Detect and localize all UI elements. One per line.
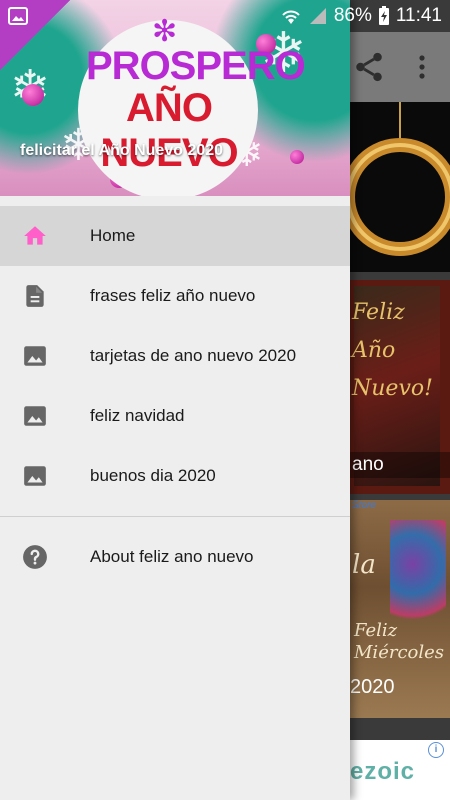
menu-item-label: Home [90, 226, 136, 245]
card-script-subtext: Feliz Miércoles [354, 620, 445, 663]
background-card-feliz[interactable]: Feliz Año Nuevo! ano [350, 280, 450, 494]
help-icon [23, 545, 47, 569]
background-card-ornament[interactable] [341, 102, 450, 272]
share-icon[interactable] [352, 50, 386, 84]
home-icon [24, 226, 46, 245]
navigation-drawer: ❄ ❄ ❄ ❄ ✻ PROSPERO AÑO NUEVO felicitar e… [0, 0, 350, 800]
menu-divider [0, 516, 350, 517]
ornament-ring-image [341, 102, 450, 256]
ornament-ball [290, 150, 304, 164]
menu-item-label: About feliz ano nuevo [90, 547, 254, 566]
card-year: 2020 [350, 676, 395, 698]
background-card-flowers[interactable]: Store la Feliz Miércoles 2020 [350, 500, 450, 718]
wifi-icon [282, 10, 300, 24]
card-script-text: Feliz Año Nuevo! [352, 300, 433, 401]
battery-percent: 86% [333, 5, 372, 26]
ad-banner[interactable]: ezoic i [350, 740, 450, 800]
menu-item-about[interactable]: About feliz ano nuevo [0, 527, 350, 587]
card-flowers [390, 520, 446, 630]
image-icon [24, 406, 46, 426]
menu-item-label: buenos dia 2020 [90, 466, 216, 485]
menu-item-tarjetas[interactable]: tarjetas de ano nuevo 2020 [0, 326, 350, 386]
menu-item-navidad[interactable]: feliz navidad [0, 386, 350, 446]
card-store-label: Store [352, 500, 376, 511]
more-options-icon[interactable] [412, 52, 432, 82]
logo-line1: PROSPERO [86, 44, 306, 88]
menu-item-home[interactable]: Home [0, 206, 350, 266]
header-caption: felicitar el Año Nuevo 2020 [20, 142, 224, 159]
gallery-notification-icon [8, 7, 28, 25]
ad-brand: ezoic [350, 758, 416, 785]
menu-item-label: feliz navidad [90, 406, 185, 425]
ad-info-icon[interactable]: i [428, 742, 444, 758]
menu-item-buenos-dia[interactable]: buenos dia 2020 [0, 446, 350, 506]
signal-icon [309, 8, 326, 24]
card-script-text: la [352, 550, 376, 580]
document-icon [26, 285, 44, 307]
card-caption: ano [350, 452, 450, 478]
menu-item-label: frases feliz año nuevo [90, 286, 256, 305]
image-icon [24, 466, 46, 486]
menu-item-frases[interactable]: frases feliz año nuevo [0, 266, 350, 326]
menu-item-label: tarjetas de ano nuevo 2020 [90, 346, 297, 365]
status-bar: 86% 11:41 [0, 0, 450, 32]
drawer-menu: Home frases feliz año nuevo tarjetas de … [0, 206, 350, 587]
image-icon [24, 346, 46, 366]
battery-charging-icon [378, 6, 389, 25]
logo-line2: AÑO NUEVO [100, 86, 238, 175]
clock: 11:41 [395, 5, 442, 26]
status-right: 86% 11:41 [280, 5, 442, 27]
ornament-ball [22, 84, 44, 106]
